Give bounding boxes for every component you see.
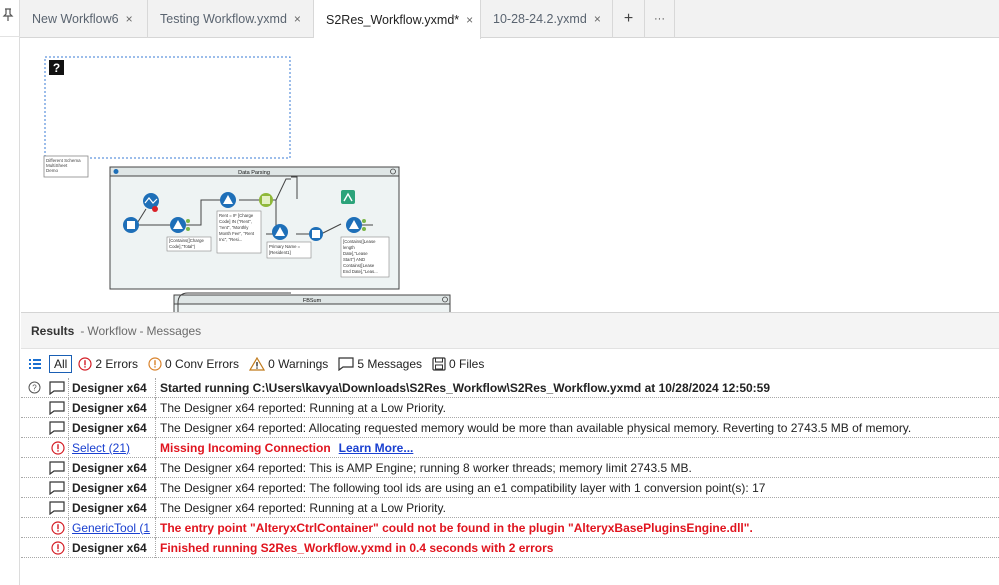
message-icon [21, 418, 68, 438]
filter-conv-errors-label: 0 Conv Errors [165, 357, 240, 371]
message-row[interactable]: Designer x64 The Designer x64 reported: T… [21, 477, 999, 498]
pin-icon[interactable] [2, 8, 14, 25]
container-fbsum[interactable]: FBSum [173, 292, 451, 312]
message-row[interactable]: Select (21) Missing Incoming Connection Le… [21, 437, 999, 458]
formula-tool-icon[interactable] [220, 192, 236, 208]
tab-label: Testing Workflow.yxmd [160, 12, 287, 26]
select-tool-icon[interactable] [259, 193, 273, 207]
breadcrumb-separator: - [80, 323, 85, 338]
tab-s2res-workflow[interactable]: S2Res_Workflow.yxmd* × [314, 0, 481, 39]
filter-files-button[interactable]: 0 Files [432, 357, 484, 371]
filter-conv-errors-button[interactable]: 0 Conv Errors [148, 357, 239, 371]
container-title: Data Parsing [238, 170, 270, 176]
close-icon[interactable]: × [594, 12, 601, 26]
more-tabs-button[interactable]: ··· [645, 0, 675, 38]
tab-label: 10-28-24.2.yxmd [493, 12, 587, 26]
learn-more-link[interactable]: Learn More... [339, 441, 414, 455]
breadcrumb-separator: - [139, 323, 144, 338]
filter-tool-icon-2[interactable] [272, 224, 288, 240]
file-icon [432, 357, 446, 371]
collapse-toggle-icon[interactable] [113, 169, 119, 174]
message-icon [21, 378, 68, 398]
tab-new-workflow6[interactable]: New Workflow6 × [20, 0, 148, 38]
results-filter-bar: All 2 Errors 0 Conv Errors 0 Warnings 5 … [21, 350, 999, 378]
message-source: Designer x64 [68, 397, 156, 418]
message-row[interactable]: Designer x64 Finished running S2Res_Workf… [21, 537, 999, 558]
left-panel-strip [0, 0, 20, 585]
close-icon[interactable]: × [126, 12, 133, 26]
message-icon [21, 478, 68, 498]
browse-tool-icon[interactable] [341, 190, 355, 204]
message-text: The Designer x64 reported: Running at a … [160, 500, 446, 515]
tab-testing-workflow[interactable]: Testing Workflow.yxmd × [148, 0, 314, 38]
message-text: The Designer x64 reported: Allocating re… [160, 420, 912, 435]
error-icon [21, 438, 68, 458]
filter-warnings-label: 0 Warnings [268, 357, 329, 371]
message-source: Designer x64 [68, 537, 156, 558]
close-icon[interactable]: × [294, 12, 301, 26]
filter-all-button[interactable]: All [49, 355, 73, 373]
message-source: Designer x64 [68, 457, 156, 478]
error-icon [21, 518, 68, 538]
breadcrumb-workflow[interactable]: Workflow [87, 324, 136, 338]
message-row[interactable]: Designer x64 The Designer x64 reported: R… [21, 497, 999, 518]
union-tool-icon[interactable] [309, 227, 323, 241]
message-text: Finished running S2Res_Workflow.yxmd in … [160, 540, 554, 555]
conversion-error-icon [148, 357, 162, 371]
message-source: Designer x64 [68, 497, 156, 518]
message-source[interactable]: GenericTool (1 [68, 517, 156, 538]
warning-icon [249, 357, 266, 371]
message-row[interactable]: Designer x64 The Designer x64 reported: A… [21, 417, 999, 438]
question-icon[interactable]: ? [49, 60, 64, 75]
results-header: Results - Workflow - Messages [21, 312, 999, 349]
workflow-canvas[interactable]: ? Different Schema MultiSheet Demo Data Pa… [21, 39, 999, 312]
filter-files-label: 0 Files [449, 357, 485, 371]
message-icon [21, 458, 68, 478]
container-title: FBSum [303, 298, 322, 304]
input-tool-icon[interactable] [123, 217, 139, 233]
message-text: The entry point "AlteryxCtrlContainer" c… [160, 520, 753, 535]
message-source: Designer x64 [68, 377, 156, 398]
message-text: The Designer x64 reported: Running at a … [160, 400, 446, 415]
tab-label: S2Res_Workflow.yxmd* [326, 12, 460, 27]
close-icon[interactable]: × [466, 13, 473, 27]
message-icon [338, 357, 354, 371]
error-icon [21, 538, 68, 558]
message-icon [21, 498, 68, 518]
tab-10-28-24-2[interactable]: 10-28-24.2.yxmd × [481, 0, 613, 38]
message-source: Designer x64 [68, 477, 156, 498]
filter-messages-button[interactable]: 5 Messages [338, 357, 422, 371]
message-text: The Designer x64 reported: This is AMP E… [160, 460, 692, 475]
message-source[interactable]: Select (21) [68, 437, 156, 458]
list-view-icon[interactable] [29, 357, 41, 372]
message-text: Started running C:\Users\kavya\Downloads… [160, 380, 771, 395]
message-text: The Designer x64 reported: The following… [160, 480, 766, 495]
tab-label: New Workflow6 [32, 12, 119, 26]
message-source: Designer x64 [68, 417, 156, 438]
divider [0, 36, 20, 37]
message-row[interactable]: Designer x64 The Designer x64 reported: R… [21, 397, 999, 418]
messages-list: ? Designer x64 Started running C:\Users\k… [21, 377, 999, 558]
add-tab-button[interactable]: + [613, 0, 645, 38]
filter-errors-button[interactable]: 2 Errors [78, 357, 138, 371]
message-row[interactable]: Designer x64 The Designer x64 reported: T… [21, 457, 999, 478]
results-title: Results [31, 323, 75, 338]
error-icon [78, 357, 92, 371]
svg-text:?: ? [53, 61, 60, 75]
breadcrumb-messages[interactable]: Messages [146, 324, 201, 338]
message-icon [21, 398, 68, 418]
filter-messages-label: 5 Messages [357, 357, 423, 371]
message-row[interactable]: GenericTool (1 The entry point "AlteryxCt… [21, 517, 999, 538]
tab-bar: New Workflow6 × Testing Workflow.yxmd × … [20, 0, 999, 39]
selected-tool-box[interactable] [44, 56, 291, 159]
filter-errors-label: 2 Errors [95, 357, 139, 371]
filter-warnings-button[interactable]: 0 Warnings [249, 357, 328, 371]
message-row[interactable]: Designer x64 Started running C:\Users\kav… [21, 377, 999, 398]
message-text: Missing Incoming Connection [160, 440, 331, 455]
